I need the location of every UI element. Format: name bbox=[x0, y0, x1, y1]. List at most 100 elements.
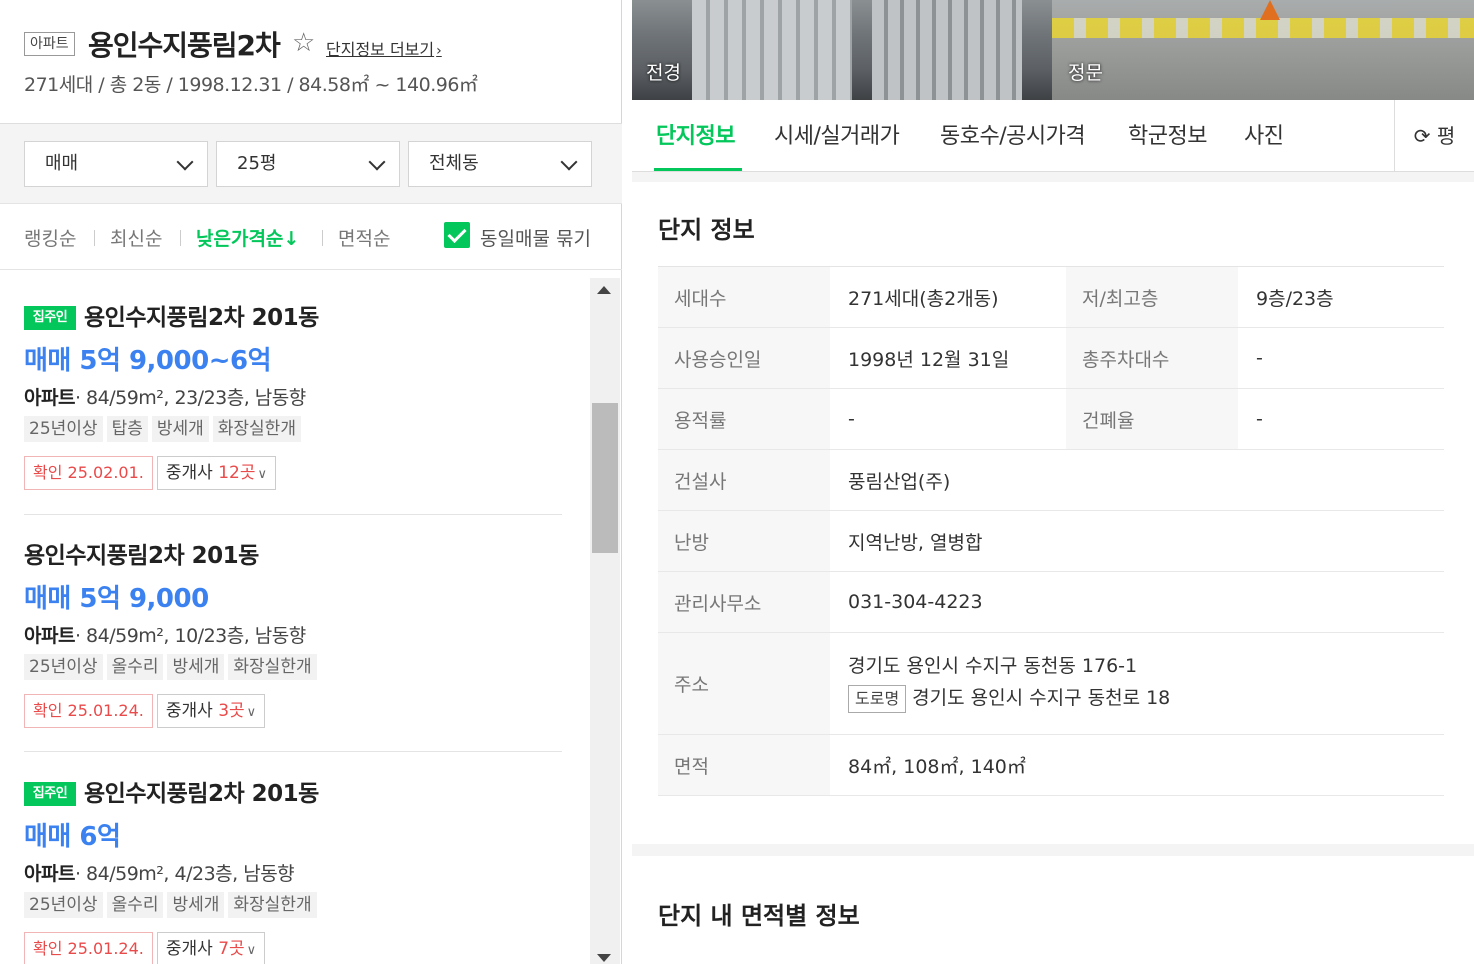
chevron-right-icon: › bbox=[436, 43, 442, 59]
building-image bbox=[692, 0, 852, 100]
chevron-down-icon bbox=[176, 153, 194, 171]
address-lot: 경기도 용인시 수지구 동천동 176-1 bbox=[848, 655, 1138, 677]
info-label: 용적률 bbox=[658, 389, 830, 449]
list-item[interactable]: 집주인 용인수지풍림2차 201동 매매 5억 9,000~6억 아파트· 84/… bbox=[24, 298, 564, 490]
traffic-cone-image bbox=[1260, 0, 1280, 20]
building-image bbox=[872, 0, 1022, 100]
photo-label: 정문 bbox=[1068, 62, 1103, 84]
info-row: 건설사 풍림산업(주) bbox=[658, 450, 1444, 511]
info-value: 지역난방, 열병합 bbox=[848, 531, 983, 554]
tab-school[interactable]: 학군정보 bbox=[1128, 118, 1207, 150]
address-road: 경기도 용인시 수지구 동천로 18 bbox=[912, 687, 1171, 709]
tab-price[interactable]: 시세/실거래가 bbox=[774, 118, 900, 150]
listing-spec: 아파트· 84/59m², 4/23층, 남동향 bbox=[24, 859, 564, 886]
info-value: - bbox=[848, 408, 855, 430]
info-label: 세대수 bbox=[658, 267, 830, 327]
info-value: 9층/23층 bbox=[1256, 287, 1334, 310]
sort-divider bbox=[94, 230, 95, 246]
agents-dropdown[interactable]: 중개사 3곳 ∨ bbox=[156, 694, 266, 728]
agents-count: 3곳 bbox=[218, 701, 245, 721]
listing-tag: 올수리 bbox=[106, 892, 164, 918]
listing-title: 용인수지풍림2차 201동 bbox=[84, 781, 319, 807]
list-divider bbox=[24, 751, 562, 752]
listing-tag: 25년이상 bbox=[24, 416, 103, 442]
complex-info-card: 단지 정보 세대수 271세대(총2개동) 저/최고층 9층/23층 사용승인일… bbox=[632, 182, 1474, 844]
info-value: - bbox=[1256, 347, 1263, 369]
tab-photos[interactable]: 사진 bbox=[1244, 118, 1284, 150]
info-row: 사용승인일 1998년 12월 31일 총주차대수 - bbox=[658, 328, 1444, 389]
listing-footer: 확인 25.01.24. 중개사 3곳 ∨ bbox=[24, 694, 564, 728]
list-scrollbar[interactable] bbox=[590, 278, 620, 964]
info-label: 사용승인일 bbox=[658, 328, 830, 388]
scroll-up-arrow-icon[interactable] bbox=[597, 286, 611, 294]
trade-type-select[interactable]: 매매 bbox=[24, 141, 208, 187]
office-phone-link[interactable]: 031-304-4223 bbox=[830, 572, 1444, 632]
photo-exterior[interactable]: 전경 bbox=[632, 0, 1052, 100]
sort-latest[interactable]: 최신순 bbox=[110, 224, 162, 251]
scrollbar-thumb[interactable] bbox=[592, 403, 618, 553]
info-row: 용적률 - 건폐율 - bbox=[658, 389, 1444, 450]
chevron-down-icon bbox=[368, 153, 386, 171]
listing-spec-text: · 84/59m², 4/23층, 남동향 bbox=[74, 863, 295, 885]
tab-complex-info[interactable]: 단지정보 bbox=[656, 118, 735, 150]
address-road-row: 도로명 경기도 용인시 수지구 동천로 18 bbox=[848, 683, 1170, 713]
dong-value: 전체동 bbox=[429, 153, 479, 174]
detail-panel: 전경 정문 단지정보 시세/실거래가 동호수/공시가격 학군정보 사진 ⟳ 평 … bbox=[632, 0, 1474, 964]
tab-unit-price[interactable]: 동호수/공시가격 bbox=[940, 118, 1086, 150]
sort-divider bbox=[322, 230, 323, 246]
sort-area[interactable]: 면적순 bbox=[338, 224, 390, 251]
info-label: 저/최고층 bbox=[1066, 267, 1238, 327]
listing-tag: 방세개 bbox=[167, 654, 225, 680]
scroll-down-arrow-icon[interactable] bbox=[597, 954, 611, 962]
listing-price: 매매 5억 9,000~6억 bbox=[24, 346, 272, 376]
complex-more-link-label[interactable]: 단지정보 더보기 bbox=[326, 40, 434, 59]
photo-strip: 전경 정문 bbox=[632, 0, 1474, 100]
info-row: 관리사무소 031-304-4223 bbox=[658, 572, 1444, 633]
unit-toggle-button[interactable]: ⟳ 평 bbox=[1394, 100, 1474, 172]
listing-spec-text: · 84/59m², 23/23층, 남동향 bbox=[74, 387, 306, 409]
info-row: 주소 경기도 용인시 수지구 동천동 176-1 도로명 경기도 용인시 수지구 … bbox=[658, 633, 1444, 735]
filter-bar: 매매 25평 전체동 bbox=[0, 124, 622, 204]
photo-gate[interactable]: 정문 bbox=[1052, 0, 1474, 100]
list-item[interactable]: 집주인 용인수지풍림2차 201동 매매 6억 아파트· 84/59m², 4/2… bbox=[24, 774, 564, 964]
listing-tag: 탑층 bbox=[106, 416, 148, 442]
unit-toggle-label: 평 bbox=[1436, 124, 1456, 148]
card-title: 단지 내 면적별 정보 bbox=[658, 902, 860, 930]
agents-count: 12곳 bbox=[218, 463, 256, 483]
agents-label: 중개사 bbox=[165, 701, 213, 721]
listing-title-row: 집주인 용인수지풍림2차 201동 bbox=[24, 774, 564, 808]
trade-type-value: 매매 bbox=[45, 153, 79, 174]
confirm-date-badge: 확인 25.01.24. bbox=[24, 932, 153, 964]
listing-tags: 25년이상 올수리 방세개 화장실한개 bbox=[24, 892, 564, 918]
group-same-listings-label[interactable]: 동일매물 묶기 bbox=[480, 224, 591, 251]
owner-badge: 집주인 bbox=[24, 782, 76, 806]
listing-panel: 아파트 용인수지풍림2차 ☆ 단지정보 더보기 › 271세대 / 총 2동 / … bbox=[0, 0, 622, 964]
info-label: 주소 bbox=[658, 633, 830, 734]
info-label: 건폐율 bbox=[1066, 389, 1238, 449]
agents-dropdown[interactable]: 중개사 7곳 ∨ bbox=[156, 932, 266, 964]
listing-list: 집주인 용인수지풍림2차 201동 매매 5억 9,000~6억 아파트· 84/… bbox=[0, 278, 590, 964]
chevron-down-icon: ∨ bbox=[246, 705, 257, 720]
info-label: 관리사무소 bbox=[658, 572, 830, 632]
size-select[interactable]: 25평 bbox=[216, 141, 400, 187]
complex-summary: 271세대 / 총 2동 / 1998.12.31 / 84.58㎡ ~ 140… bbox=[24, 74, 478, 96]
sort-ranking[interactable]: 랭킹순 bbox=[24, 224, 76, 251]
list-item[interactable]: 용인수지풍림2차 201동 매매 5억 9,000 아파트· 84/59m², … bbox=[24, 536, 564, 728]
complex-more-link[interactable]: 단지정보 더보기 › bbox=[326, 36, 442, 60]
listing-tag: 방세개 bbox=[167, 892, 225, 918]
photo-label: 전경 bbox=[646, 62, 681, 84]
confirm-date-badge: 확인 25.01.24. bbox=[24, 694, 153, 728]
star-icon[interactable]: ☆ bbox=[292, 28, 315, 58]
listing-price: 매매 5억 9,000 bbox=[24, 584, 209, 614]
info-label: 총주차대수 bbox=[1066, 328, 1238, 388]
listing-tag: 25년이상 bbox=[24, 892, 103, 918]
dong-select[interactable]: 전체동 bbox=[408, 141, 592, 187]
agents-dropdown[interactable]: 중개사 12곳 ∨ bbox=[156, 456, 276, 490]
sort-low-price[interactable]: 낮은가격순↓ bbox=[196, 224, 299, 251]
listing-footer: 확인 25.02.01. 중개사 12곳 ∨ bbox=[24, 456, 564, 490]
listing-tag: 화장실한개 bbox=[228, 892, 317, 918]
chevron-down-icon: ∨ bbox=[257, 467, 267, 482]
info-label: 난방 bbox=[658, 511, 830, 571]
listing-tag: 방세개 bbox=[151, 416, 209, 442]
group-same-listings-checkbox[interactable] bbox=[444, 222, 470, 248]
